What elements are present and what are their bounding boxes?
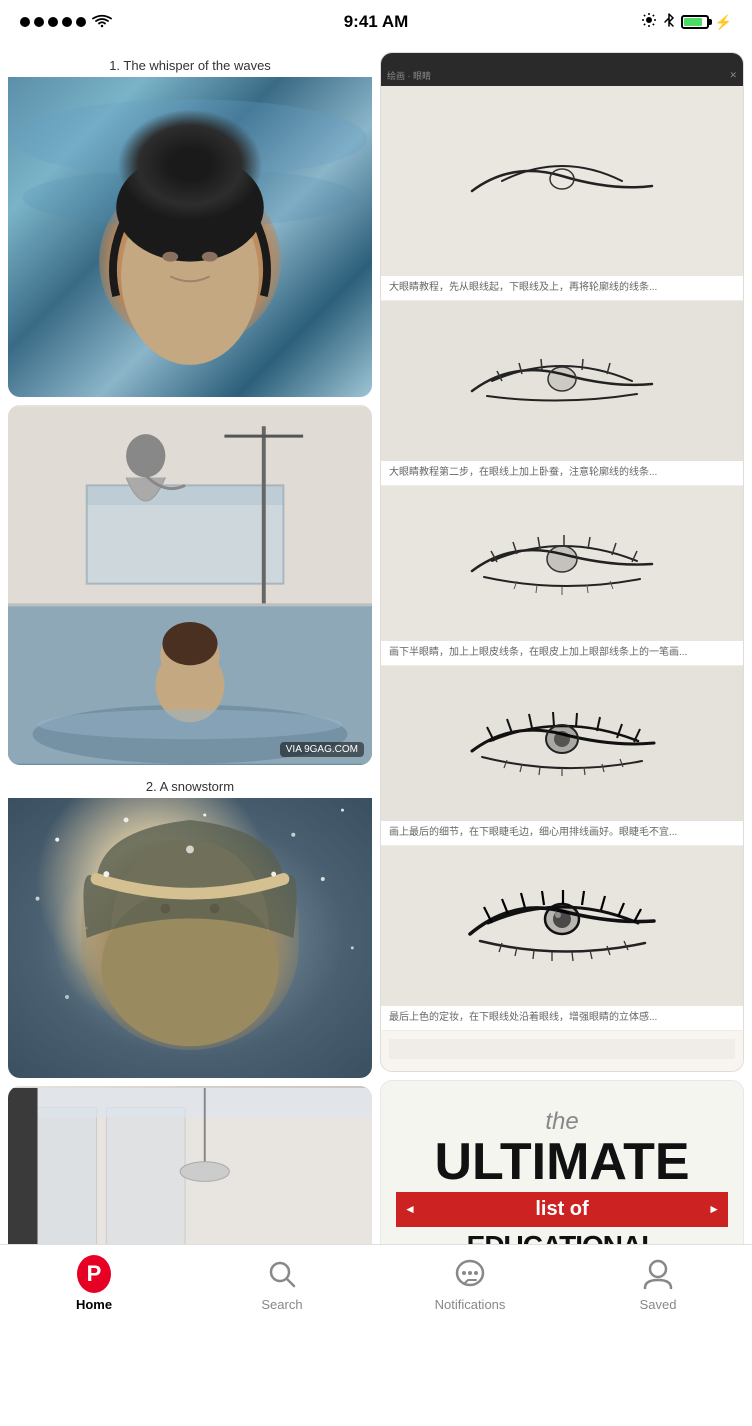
pin-waves[interactable]: 1. The whisper of the waves xyxy=(8,52,372,397)
search-icon xyxy=(265,1257,299,1291)
eye-step-2 xyxy=(381,301,743,461)
eye-tutorial-card[interactable]: 绘画 · 眼睛 ✕ 大眼睛教程，先从眼线起，下眼线及上，再将 xyxy=(380,52,744,1072)
notifications-icon xyxy=(453,1257,487,1291)
pin-snow-image xyxy=(8,798,372,1078)
eye-step5-caption: 最后上色的定妆，在下眼线处沿着眼线，增强眼睛的立体感... xyxy=(381,1006,743,1031)
main-content: 1. The whisper of the waves xyxy=(0,44,752,1426)
eye-step-1 xyxy=(381,86,743,276)
saved-icon xyxy=(641,1257,675,1291)
dot3 xyxy=(48,17,58,27)
edu-ultimate: ULTIMATE xyxy=(434,1136,689,1188)
eye-step5-svg xyxy=(462,889,662,964)
nav-saved[interactable]: Saved xyxy=(564,1257,752,1312)
nav-saved-label: Saved xyxy=(640,1297,677,1312)
charging-icon: ⚡ xyxy=(715,14,732,31)
waves-svg xyxy=(8,77,372,397)
pin-waves-title: 1. The whisper of the waves xyxy=(8,52,372,77)
pin-snow-title: 2. A snowstorm xyxy=(8,773,372,798)
nav-home[interactable]: P Home xyxy=(0,1257,188,1312)
nav-home-label: Home xyxy=(76,1297,112,1312)
right-column: 绘画 · 眼睛 ✕ 大眼睛教程，先从眼线起，下眼线及上，再将 xyxy=(380,52,744,1326)
battery-icon xyxy=(681,15,709,29)
via-badge: VIA 9GAG.COM xyxy=(280,742,364,757)
bottom-nav: P Home Search Notifications xyxy=(0,1244,752,1334)
nav-notifications[interactable]: Notifications xyxy=(376,1257,564,1312)
content-area: 1. The whisper of the waves xyxy=(0,44,752,1326)
tutorial-header-bar xyxy=(381,53,743,65)
pin-studio-bath[interactable]: VIA 9GAG.COM xyxy=(8,405,372,765)
tutorial-header-text: 绘画 · 眼睛 xyxy=(387,69,431,82)
dot5 xyxy=(76,17,86,27)
pinterest-logo: P xyxy=(77,1255,111,1293)
eye-step4-caption: 画上最后的细节，在下眼睫毛边，细心用排线画好。眼睫毛不宜... xyxy=(381,821,743,846)
status-left xyxy=(20,12,112,33)
brightness-icon xyxy=(641,12,657,33)
bluetooth-icon xyxy=(663,12,675,33)
pin-waves-image xyxy=(8,77,372,397)
left-column: 1. The whisper of the waves xyxy=(8,52,372,1326)
eye-step-4 xyxy=(381,666,743,821)
pin-grid: 1. The whisper of the waves xyxy=(8,52,744,1326)
nav-search[interactable]: Search xyxy=(188,1257,376,1312)
pin-studio-image xyxy=(8,405,372,605)
eye-step3-svg xyxy=(462,529,662,599)
dot1 xyxy=(20,17,30,27)
status-right: ⚡ xyxy=(641,12,732,33)
dot4 xyxy=(62,17,72,27)
edu-list-of: list of xyxy=(396,1192,728,1227)
eye-step-5 xyxy=(381,846,743,1006)
bath-svg xyxy=(8,605,372,765)
eye-step1-caption: 大眼睛教程，先从眼线起，下眼线及上，再将轮廓线的线条... xyxy=(381,276,743,301)
dot2 xyxy=(34,17,44,27)
edu-the: the xyxy=(545,1108,578,1136)
snow-svg xyxy=(8,798,372,1078)
home-icon: P xyxy=(77,1257,111,1291)
tutorial-header-close: ✕ xyxy=(729,70,737,81)
status-bar: 9:41 AM ⚡ xyxy=(0,0,752,44)
status-time: 9:41 AM xyxy=(344,12,409,32)
pin-bath-image: VIA 9GAG.COM xyxy=(8,605,372,765)
wifi-icon xyxy=(92,12,112,33)
signal-dots xyxy=(20,17,86,27)
eye-step4-svg xyxy=(462,709,662,779)
nav-search-label: Search xyxy=(261,1297,302,1312)
eye-step3-caption: 画下半眼睛，加上上眼皮线条，在眼皮上加上眼部线条上的一笔画... xyxy=(381,641,743,666)
tutorial-bottom-fade xyxy=(381,1031,743,1071)
eye-step1-svg xyxy=(462,141,662,221)
studio-svg xyxy=(8,405,372,605)
pin-snow[interactable]: 2. A snowstorm xyxy=(8,773,372,1078)
eye-step2-caption: 大眼睛教程第二步，在眼线上加上卧蚕，注意轮廓线的线条... xyxy=(381,461,743,486)
battery-fill xyxy=(684,18,703,26)
nav-notifications-label: Notifications xyxy=(435,1297,506,1312)
eye-step-3 xyxy=(381,486,743,641)
eye-step2-svg xyxy=(462,346,662,416)
